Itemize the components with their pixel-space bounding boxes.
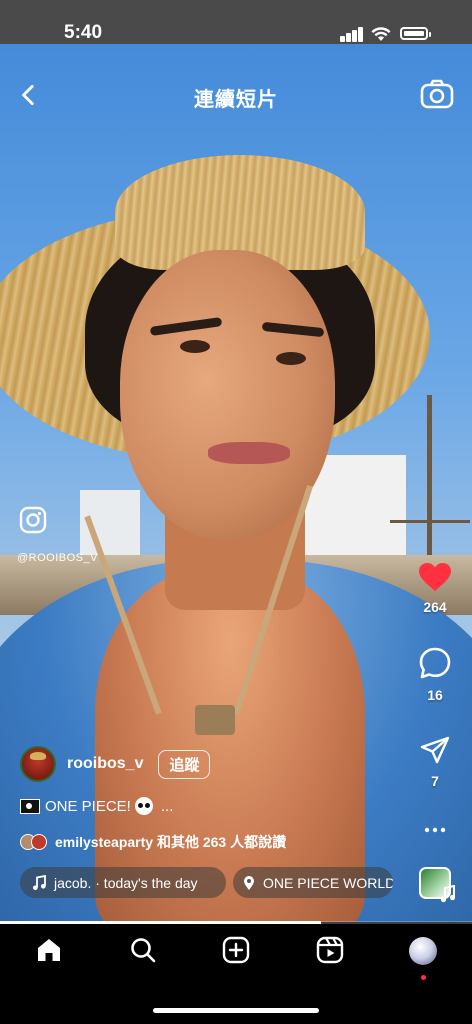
status-bar: 5:40 <box>0 0 472 44</box>
home-indicator <box>153 1008 319 1013</box>
instagram-watermark-icon <box>19 506 47 534</box>
create-plus-icon <box>222 936 250 964</box>
more-dots-icon <box>424 827 446 833</box>
more-options-button[interactable] <box>405 823 465 837</box>
liked-by-text: emilysteaparty 和其他 263 人都說讚 <box>55 834 287 850</box>
like-button[interactable]: 264 <box>405 562 465 615</box>
likes-count: 264 <box>423 599 447 615</box>
search-icon <box>131 938 156 963</box>
paper-plane-icon <box>420 736 450 764</box>
music-note-icon <box>33 874 46 890</box>
share-button[interactable]: 7 <box>405 736 465 789</box>
ship-yard <box>390 520 470 523</box>
camera-icon[interactable] <box>420 78 454 110</box>
reel-caption[interactable]: ONE PIECE! ... <box>20 797 173 815</box>
lips <box>208 442 290 464</box>
profile-notification-dot <box>421 975 426 980</box>
page-title: 連續短片 <box>194 89 278 111</box>
panda-emoji <box>134 797 153 815</box>
watermark-handle: @ROOIBOS_V <box>17 552 98 564</box>
ship-mast <box>427 395 432 575</box>
wifi-icon <box>371 27 391 41</box>
music-label: jacob. · today's the day <box>54 874 198 891</box>
pirate-flag-emoji <box>20 798 40 814</box>
caption-text: ONE PIECE! <box>45 797 131 815</box>
heart-icon <box>419 563 451 591</box>
music-note-icon <box>440 885 456 903</box>
caption-more[interactable]: ... <box>161 798 174 815</box>
left-eye <box>180 340 210 353</box>
liked-by-row[interactable]: emilysteaparty 和其他 263 人都說讚 <box>20 832 286 852</box>
tab-reels[interactable] <box>310 936 350 976</box>
author-username[interactable]: rooibos_v <box>67 755 143 773</box>
strap-toggle <box>195 705 235 735</box>
location-chip[interactable]: ONE PIECE WORLD <box>233 867 393 898</box>
battery-icon <box>400 27 431 40</box>
reels-screen: 5:40 連續短片 @ROOIBOS_V 264 16 7 rooibos_v … <box>0 0 472 1024</box>
comments-count: 16 <box>427 687 443 703</box>
home-icon <box>38 939 60 961</box>
location-label: ONE PIECE WORLD <box>263 874 393 891</box>
music-chip[interactable]: jacob. · today's the day <box>20 867 226 898</box>
liker-avatar <box>31 834 47 850</box>
location-pin-icon <box>244 875 254 890</box>
reels-icon <box>316 936 344 964</box>
comment-button[interactable]: 16 <box>405 646 465 703</box>
author-avatar[interactable] <box>20 746 56 782</box>
right-eye <box>276 352 306 365</box>
reels-header: 連續短片 <box>0 70 472 118</box>
status-time: 5:40 <box>64 22 103 43</box>
tab-search[interactable] <box>123 936 163 976</box>
tab-create[interactable] <box>216 936 256 976</box>
shares-count: 7 <box>431 773 439 789</box>
tab-home[interactable] <box>29 936 69 976</box>
follow-button[interactable]: 追蹤 <box>158 749 211 779</box>
author-row: rooibos_v 追蹤 <box>20 745 211 783</box>
profile-avatar <box>409 937 437 965</box>
tab-profile[interactable] <box>403 936 443 980</box>
tab-bar <box>0 924 472 1024</box>
reel-video[interactable] <box>0 0 472 922</box>
comment-bubble-icon <box>419 647 451 679</box>
